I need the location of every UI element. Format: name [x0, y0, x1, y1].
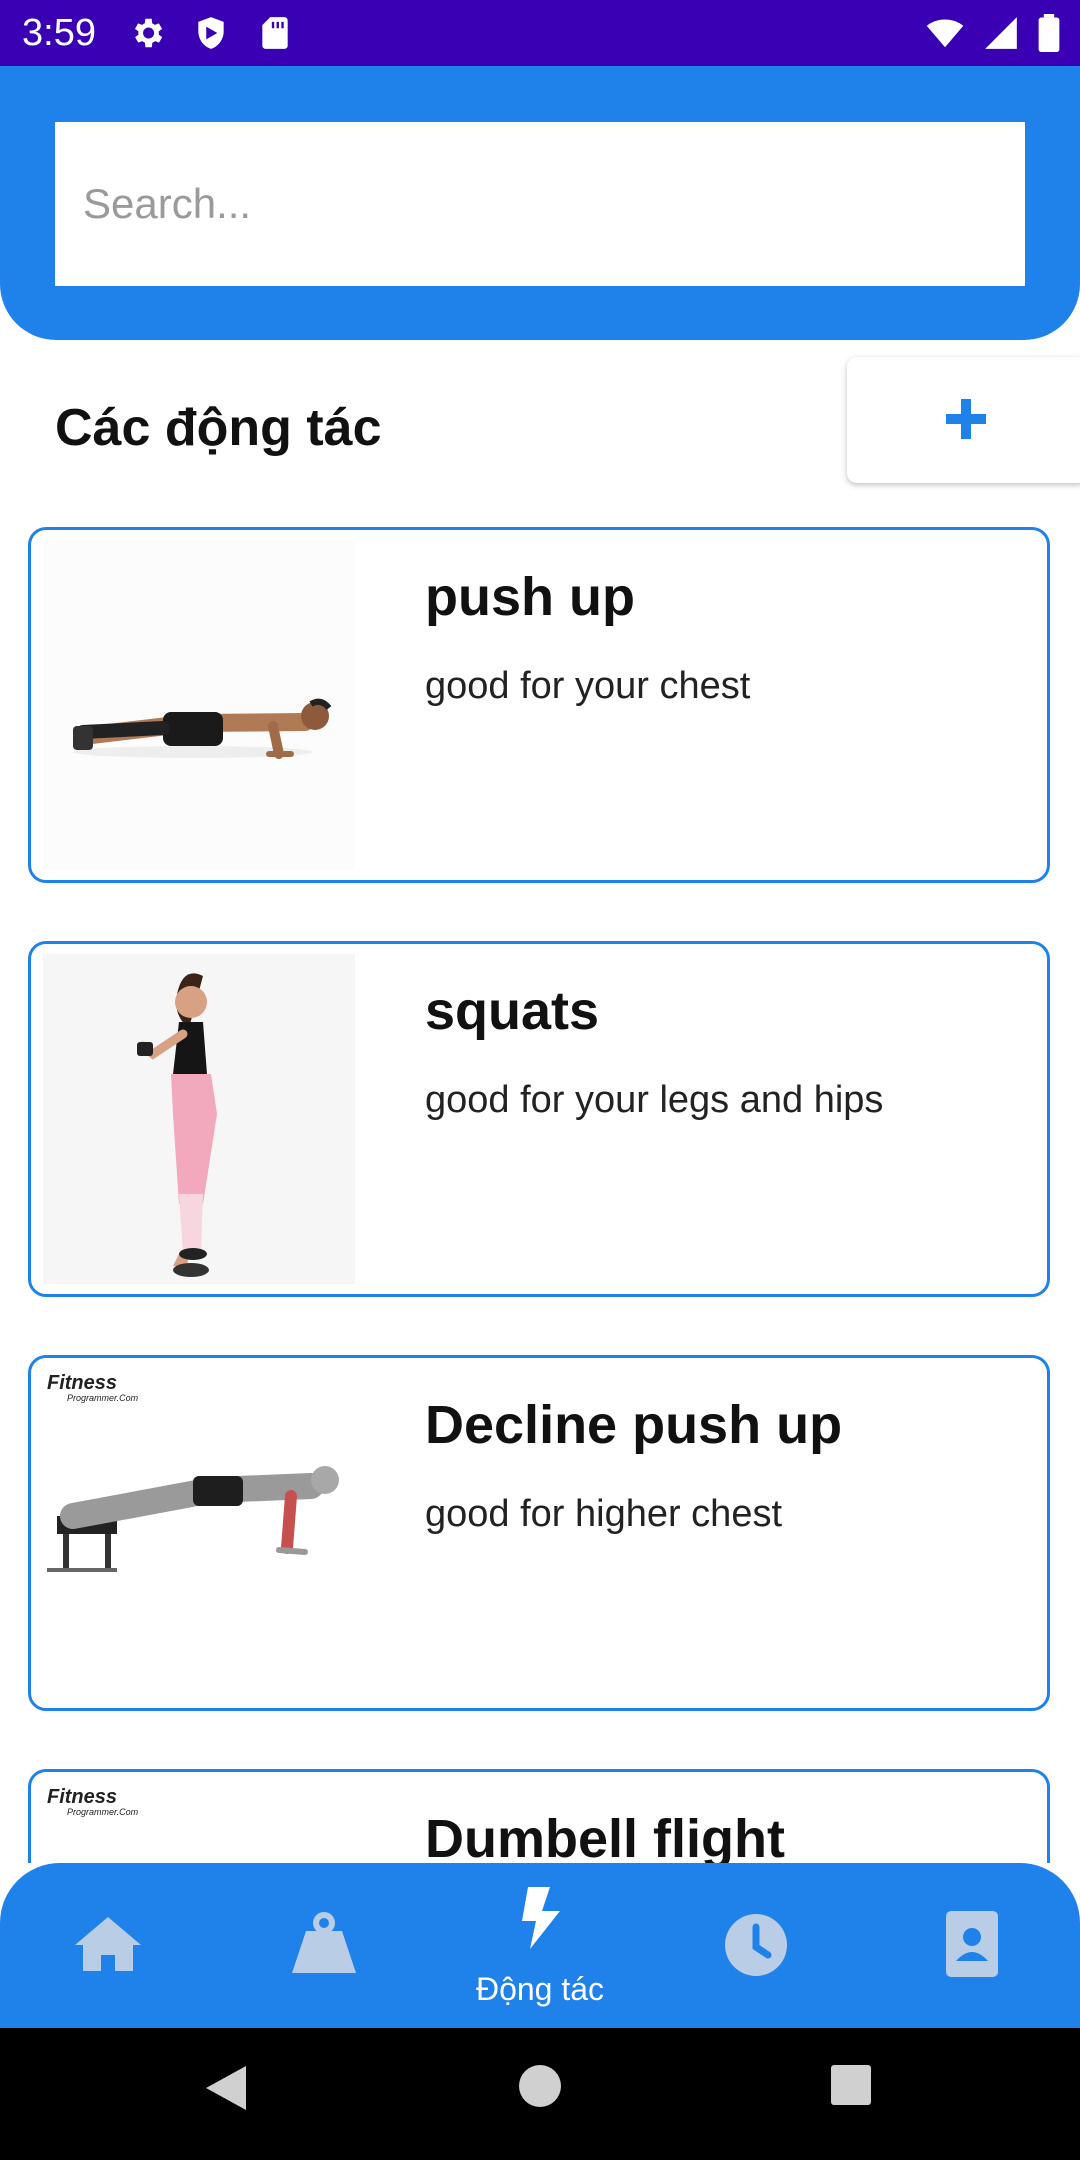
nav-profile[interactable]	[864, 1863, 1080, 2028]
push-up-photo	[43, 540, 355, 870]
status-bar: 3:59	[0, 0, 1080, 66]
clock-icon	[725, 1914, 787, 1976]
search-input[interactable]	[55, 122, 1025, 286]
header-bar	[0, 66, 1080, 340]
exercise-list[interactable]: push up good for your chest squats good …	[0, 520, 1080, 1863]
bottom-navigation: Động tác	[0, 1863, 1080, 2028]
exercise-title: Decline push up	[425, 1395, 843, 1455]
sd-card-icon	[262, 17, 288, 49]
signal-icon	[985, 17, 1017, 49]
decline-push-up-illustration: Fitness Programmer.Com	[43, 1368, 355, 1698]
exercise-title: squats	[425, 981, 600, 1041]
nav-exercises-label: Động tác	[475, 1971, 605, 2007]
add-exercise-button[interactable]	[847, 357, 1080, 483]
exercise-title: Dumbell flight	[425, 1809, 785, 1863]
exercise-card[interactable]: Fitness Programmer.Com Decline push up go…	[28, 1355, 1050, 1711]
squat-photo	[43, 954, 355, 1284]
recents-icon[interactable]	[830, 2064, 872, 2106]
exercise-card[interactable]: push up good for your chest	[28, 527, 1050, 883]
system-navigation-bar	[0, 2028, 1080, 2160]
shield-icon	[198, 17, 224, 49]
exercise-card[interactable]: squats good for your legs and hips	[28, 941, 1050, 1297]
nav-history[interactable]	[648, 1863, 864, 2028]
battery-icon	[1038, 14, 1060, 52]
fitness-logo: Fitness Programmer.Com	[47, 1786, 139, 1817]
nav-weight[interactable]	[216, 1863, 432, 2028]
exercise-description: good for your legs and hips	[425, 1079, 884, 1121]
nav-exercises[interactable]: Động tác	[432, 1863, 648, 2028]
fitness-logo: Fitness Programmer.Com	[47, 1372, 139, 1403]
plus-icon	[946, 399, 986, 439]
wifi-icon	[926, 19, 964, 48]
contact-icon	[946, 1911, 998, 1977]
nav-home[interactable]	[0, 1863, 216, 2028]
exercise-card[interactable]: Fitness Programmer.Com Dumbell flight	[28, 1769, 1050, 1863]
gear-icon	[134, 18, 163, 48]
home-circle-icon[interactable]	[518, 2064, 562, 2108]
back-icon[interactable]	[204, 2064, 248, 2112]
home-icon	[75, 1917, 141, 1971]
exercise-description: good for your chest	[425, 665, 751, 707]
dumbbell-fly-illustration: Fitness Programmer.Com	[43, 1782, 355, 1863]
exercise-description: good for higher chest	[425, 1493, 783, 1535]
weight-icon	[292, 1912, 356, 1973]
section-title: Các động tác	[55, 399, 382, 457]
status-time: 3:59	[22, 12, 96, 54]
bolt-icon	[522, 1887, 560, 1949]
exercise-title: push up	[425, 567, 635, 627]
